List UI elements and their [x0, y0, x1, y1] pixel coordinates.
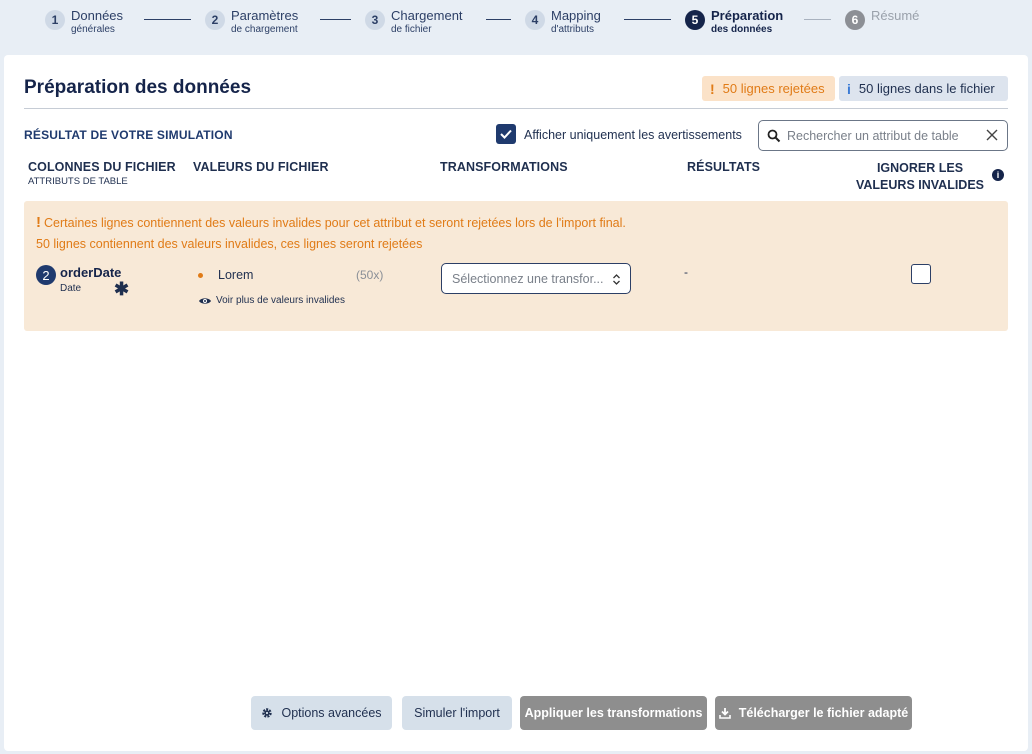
warnings-only-checkbox[interactable] — [496, 124, 516, 144]
step-title: Paramètres — [231, 8, 299, 23]
download-icon — [718, 708, 731, 719]
step-number: 1 — [45, 10, 65, 30]
attribute-type: Date — [60, 283, 82, 294]
invalid-value-bullet — [198, 273, 203, 278]
step-preparation-donnees[interactable]: 5 Préparation des données — [685, 8, 783, 36]
simulate-import-label: Simuler l'import — [414, 706, 500, 720]
search-icon — [767, 129, 781, 142]
row-warning-message: ! Certaines lignes contiennent des valeur… — [36, 214, 626, 231]
ignore-header-line1: IGNORER LES — [876, 161, 964, 175]
invalid-value-count: (50x) — [356, 268, 384, 282]
apply-transformations-button[interactable]: Appliquer les transformations — [520, 696, 707, 730]
transformation-select[interactable]: Sélectionnez une transfor... — [441, 263, 631, 294]
step-connector — [804, 19, 831, 20]
info-icon[interactable]: i — [992, 169, 1004, 181]
chevron-up-down-icon — [613, 274, 620, 285]
invalid-value: Lorem — [218, 268, 254, 282]
step-connector — [320, 19, 351, 20]
step-resume: 6 Résumé — [845, 8, 919, 30]
file-lines-badge: i 50 lignes dans le fichier — [839, 76, 1008, 101]
ignore-header-line2: VALEURS INVALIDES — [855, 178, 985, 192]
row-warning-detail: 50 lignes contiennent des valeurs invali… — [36, 237, 423, 251]
step-number: 3 — [365, 10, 385, 30]
step-subtitle: d'attributs — [551, 24, 595, 35]
simulation-section-title: RÉSULTAT DE VOTRE SIMULATION — [24, 128, 233, 142]
step-subtitle: générales — [71, 24, 115, 35]
column-header-file-values: VALEURS DU FICHIER — [193, 160, 329, 174]
step-subtitle: de fichier — [391, 24, 432, 35]
column-header-transformations: TRANSFORMATIONS — [440, 160, 568, 174]
step-donnees-generales[interactable]: 1 Données générales — [45, 8, 123, 36]
warning-icon: ! — [710, 80, 715, 97]
step-title: Chargement — [391, 8, 463, 23]
step-number: 4 — [525, 10, 545, 30]
ignore-invalid-checkbox[interactable] — [911, 264, 931, 284]
result-value: - — [684, 265, 688, 279]
transformation-select-placeholder: Sélectionnez une transfor... — [452, 271, 604, 286]
rejected-lines-text: 50 lignes rejetées — [722, 81, 825, 96]
warnings-only-label[interactable]: Afficher uniquement les avertissements — [524, 128, 742, 142]
eye-icon — [199, 297, 211, 304]
title-divider — [24, 108, 1008, 109]
see-more-invalid-values-link[interactable]: Voir plus de valeurs invalides — [198, 295, 345, 306]
column-header-file-columns: COLONNES DU FICHIER — [28, 160, 176, 174]
simulate-import-button[interactable]: Simuler l'import — [402, 696, 512, 730]
info-icon: i — [847, 80, 851, 97]
attribute-row: ! Certaines lignes contiennent des valeur… — [24, 201, 1008, 331]
step-connector — [486, 19, 511, 20]
step-connector — [624, 19, 671, 20]
search-input[interactable] — [787, 128, 977, 143]
step-connector — [144, 19, 191, 20]
attribute-index-badge: 2 — [36, 265, 56, 285]
step-number: 6 — [845, 10, 865, 30]
download-adapted-file-button[interactable]: Télécharger le fichier adapté — [715, 696, 912, 730]
advanced-options-button[interactable]: Options avancées — [251, 696, 392, 730]
step-parametres-chargement[interactable]: 2 Paramètres de chargement — [205, 8, 298, 36]
step-title: Préparation — [711, 8, 784, 23]
stepper: 1 Données générales 2 Paramètres de char… — [0, 0, 1032, 52]
attribute-name: orderDate — [60, 265, 122, 280]
checkmark-icon — [500, 129, 512, 139]
main-panel: Préparation des données ! 50 lignes reje… — [4, 55, 1028, 751]
see-more-label: Voir plus de valeurs invalides — [216, 295, 345, 306]
column-header-ignore-invalid: IGNORER LES VALEURS INVALIDES — [850, 160, 990, 194]
row-warning-text: Certaines lignes contiennent des valeurs… — [44, 216, 626, 230]
file-lines-text: 50 lignes dans le fichier — [858, 81, 995, 96]
required-asterisk-icon: ✱ — [114, 279, 130, 299]
gear-icon — [262, 708, 273, 718]
attribute-search — [758, 120, 1008, 151]
column-subheader-table-attributes: ATTRIBUTS DE TABLE — [28, 176, 128, 187]
page-title: Préparation des données — [24, 77, 252, 98]
step-chargement-fichier[interactable]: 3 Chargement de fichier — [365, 8, 463, 36]
step-title: Données — [71, 8, 124, 23]
apply-transformations-label: Appliquer les transformations — [524, 706, 703, 720]
step-title: Mapping — [551, 8, 601, 23]
column-header-results: RÉSULTATS — [687, 160, 761, 174]
step-number: 2 — [205, 10, 225, 30]
clear-icon[interactable] — [985, 128, 999, 142]
step-subtitle: de chargement — [231, 24, 298, 35]
advanced-options-label: Options avancées — [281, 706, 382, 720]
step-title: Résumé — [871, 8, 920, 23]
download-adapted-file-label: Télécharger le fichier adapté — [738, 706, 909, 720]
step-number: 5 — [685, 10, 705, 30]
step-subtitle: des données — [711, 24, 773, 35]
warning-icon: ! — [36, 214, 41, 231]
step-mapping-attributs[interactable]: 4 Mapping d'attributs — [525, 8, 601, 36]
rejected-lines-badge: ! 50 lignes rejetées — [702, 76, 835, 101]
